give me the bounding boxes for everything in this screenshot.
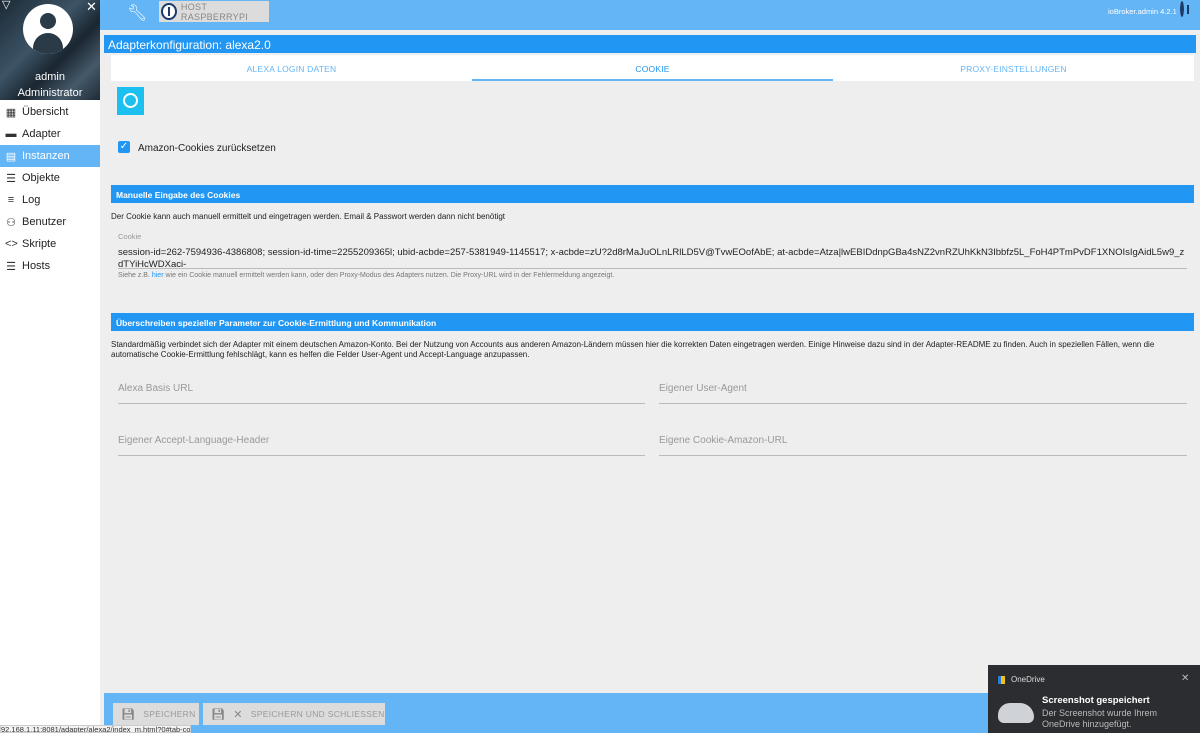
grid-icon: ▦ [5, 106, 17, 119]
label: Objekte [22, 172, 60, 184]
tab-cookie[interactable]: COOKIE [472, 55, 833, 81]
sidebar-item-objekte[interactable]: ☰ Objekte [0, 167, 100, 189]
label: Log [22, 194, 41, 206]
label: Instanzen [22, 150, 70, 162]
sidebar: ▽ ✕ admin Administrator ▦ Übersicht ▬ Adap… [0, 0, 100, 733]
version-label: ioBroker.admin 4.2.1 [1108, 7, 1177, 16]
cookie-amazon-url-input[interactable]: Eigene Cookie-Amazon-URL [659, 435, 1187, 456]
label: Adapter [22, 128, 61, 140]
sidebar-item-instanzen[interactable]: ▤ Instanzen [0, 145, 100, 167]
alexa-base-url-input[interactable]: Alexa Basis URL [118, 383, 645, 404]
onedrive-app-icon [998, 676, 1005, 684]
tab-alexa-login[interactable]: ALEXA LOGIN DATEN [111, 55, 472, 81]
close-icon[interactable]: ✕ [1181, 673, 1189, 684]
iobroker-logo-icon [1180, 1, 1184, 17]
sidebar-item-hosts[interactable]: ☰ Hosts [0, 255, 100, 277]
toast-body: Der Screenshot wurde Ihrem OneDrive hinz… [1042, 708, 1158, 729]
alexa-logo-icon [117, 87, 144, 115]
sidebar-item-skripte[interactable]: <> Skripte [0, 233, 100, 255]
toast-app: OneDrive [1011, 675, 1045, 684]
help-prefix: Siehe z.B. [118, 272, 152, 279]
cookie-value: session-id=262-7594936-4386808; session-… [118, 247, 1185, 269]
collapse-icon[interactable]: ▽ [2, 0, 10, 11]
sidebar-item-benutzer[interactable]: ⚇ Benutzer [0, 211, 100, 233]
section-header-manual-cookie: Manuelle Eingabe des Cookies [111, 185, 1194, 203]
hosts-icon: ☰ [6, 260, 16, 273]
toast-title: Screenshot gespeichert [1042, 695, 1150, 706]
user-icon: ⚇ [6, 216, 16, 229]
label: SPEICHERN [143, 709, 196, 719]
user-header: ▽ ✕ admin Administrator [0, 0, 100, 100]
section-text: Der Cookie kann auch manuell ermittelt u… [111, 212, 505, 221]
store-icon: ▬ [5, 128, 17, 140]
close-icon[interactable]: ✕ [86, 0, 97, 15]
avatar [23, 4, 73, 54]
close-icon: ✕ [233, 708, 243, 721]
log-icon: ≡ [7, 194, 15, 206]
save-icon: 💾︎ [121, 708, 136, 721]
label: Übersicht [22, 106, 69, 118]
reset-cookies-label: Amazon-Cookies zurücksetzen [138, 143, 276, 154]
cookie-help: Siehe z.B. hier wie ein Cookie manuell e… [118, 272, 614, 279]
sidebar-item-uebersicht[interactable]: ▦ Übersicht [0, 101, 100, 123]
instances-icon: ▤ [5, 150, 17, 163]
placeholder: Eigene Cookie-Amazon-URL [659, 435, 788, 446]
placeholder: Eigener User-Agent [659, 383, 747, 394]
cloud-icon [998, 703, 1034, 723]
label: Benutzer [22, 216, 67, 228]
accept-language-input[interactable]: Eigener Accept-Language-Header [118, 435, 645, 456]
label: Hosts [22, 260, 51, 272]
status-url: 92.168.1.11:8081/adapter/alexa2/index_m.… [0, 725, 191, 733]
wrench-icon[interactable]: 🔧︎ [127, 3, 147, 23]
sidebar-item-adapter[interactable]: ▬ Adapter [0, 123, 100, 145]
host-button[interactable]: HOST RASPBERRYPI [159, 1, 269, 22]
save-button[interactable]: 💾︎ SPEICHERN [113, 703, 199, 725]
page-title: Adapterkonfiguration: alexa2.0 [104, 35, 1196, 53]
list-icon: ☰ [6, 172, 16, 185]
user-agent-input[interactable]: Eigener User-Agent [659, 383, 1187, 404]
code-icon: <> [5, 238, 18, 250]
sidebar-item-log[interactable]: ≡ Log [0, 189, 100, 211]
help-link[interactable]: hier [152, 272, 164, 279]
onedrive-toast[interactable]: OneDrive ✕ Screenshot gespeichert Der Sc… [988, 665, 1200, 733]
tab-proxy[interactable]: PROXY-EINSTELLUNGEN [833, 55, 1194, 81]
user-name: admin [35, 71, 65, 83]
save-close-button[interactable]: 💾︎ ✕ SPEICHERN UND SCHLIESSEN [203, 703, 385, 725]
tab-bar: ALEXA LOGIN DATEN COOKIE PROXY-EINSTELLU… [111, 55, 1194, 81]
help-suffix: wie ein Cookie manuell ermittelt werden … [163, 272, 615, 279]
label: SPEICHERN UND SCHLIESSEN [250, 709, 385, 719]
reset-cookies-checkbox[interactable]: ✓ [118, 141, 130, 153]
user-role: Administrator [17, 87, 83, 99]
top-bar: 🔧︎ HOST RASPBERRYPI ioBroker.admin 4.2.1 [100, 0, 1200, 30]
placeholder: Eigener Accept-Language-Header [118, 435, 270, 446]
cookie-label: Cookie [118, 232, 142, 241]
label: Skripte [22, 238, 57, 250]
section-text: Standardmäßig verbindet sich der Adapter… [111, 340, 1155, 359]
save-icon: 💾︎ [211, 708, 226, 721]
host-label: HOST RASPBERRYPI [180, 1, 249, 22]
placeholder: Alexa Basis URL [118, 383, 194, 394]
iobroker-logo-icon [161, 3, 177, 20]
section-header-params: Überschreiben spezieller Parameter zur C… [111, 313, 1194, 331]
cookie-input[interactable]: session-id=262-7594936-4386808; session-… [118, 247, 1187, 269]
